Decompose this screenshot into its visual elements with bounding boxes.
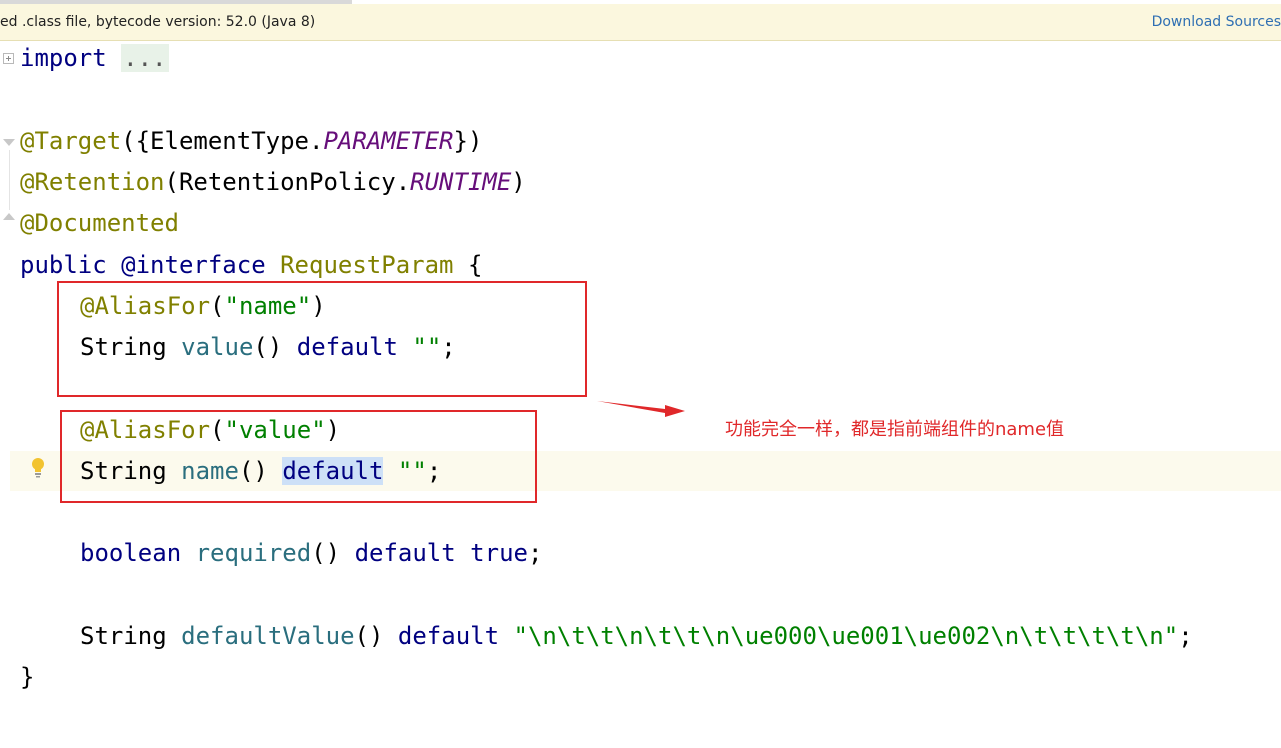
token-annotation: @Documented	[20, 209, 179, 237]
token-keyword: public	[20, 251, 107, 279]
token-text: ;	[527, 539, 543, 567]
token-annotation: @Retention	[20, 168, 165, 196]
token-method: defaultValue	[181, 622, 355, 650]
banner-message: ed .class file, bytecode version: 52.0 (…	[0, 14, 316, 30]
token-text: ;	[1178, 622, 1193, 650]
token-text: (RetentionPolicy.	[164, 168, 411, 196]
token-text: })	[453, 127, 483, 155]
token-field: PARAMETER	[323, 127, 454, 155]
download-sources-link[interactable]: Download Sources	[1152, 14, 1281, 30]
token-string: "\n\t\t\n\t\t\n\ue000\ue001\ue002\n\t\t\…	[513, 622, 1179, 650]
token-text: ()	[354, 622, 384, 650]
code-line-target[interactable]: @Target({ElementType.PARAMETER})	[20, 121, 482, 162]
token-text: }	[20, 663, 35, 691]
token-keyword: default	[354, 539, 456, 567]
code-line-interface-decl[interactable]: public @interface RequestParam {	[20, 245, 482, 286]
token-method: required	[195, 539, 312, 567]
token-text: )	[511, 168, 526, 196]
token-keyword: boolean	[80, 539, 182, 567]
highlight-box-value	[57, 281, 587, 397]
fold-guide-line	[9, 150, 10, 210]
token-annotation: @Target	[20, 127, 122, 155]
highlight-box-name	[60, 410, 537, 503]
token-type: String	[80, 622, 167, 650]
code-line-defaultvalue-method[interactable]: String defaultValue() default "\n\t\t\n\…	[80, 616, 1193, 657]
annotation-arrow-icon	[597, 401, 685, 417]
token-type-name: RequestParam	[280, 251, 454, 279]
decompiled-notice-banner: ed .class file, bytecode version: 52.0 (…	[0, 4, 1281, 41]
code-line-close-brace[interactable]: }	[20, 657, 34, 698]
annotation-callout-text: 功能完全一样，都是指前端组件的name值	[725, 419, 1065, 440]
fold-expand-icon[interactable]	[3, 53, 14, 64]
token-field: RUNTIME	[410, 168, 512, 196]
token-text: {	[467, 251, 483, 279]
lightbulb-icon[interactable]	[30, 457, 46, 479]
code-line-documented[interactable]: @Documented	[20, 203, 179, 244]
code-line-required-method[interactable]: boolean required() default true;	[80, 533, 542, 574]
token-import: import	[20, 44, 107, 72]
code-line-retention[interactable]: @Retention(RetentionPolicy.RUNTIME)	[20, 162, 526, 203]
fold-collapse-icon[interactable]	[3, 139, 15, 146]
token-text: ({ElementType.	[121, 127, 324, 155]
token-keyword: @interface	[121, 251, 266, 279]
fold-end-icon[interactable]	[3, 213, 15, 220]
token-text: ()	[311, 539, 341, 567]
collapsed-imports[interactable]: ...	[121, 44, 169, 72]
token-keyword: true	[470, 539, 528, 567]
code-line-import[interactable]: import ...	[20, 38, 169, 79]
token-keyword: default	[397, 622, 500, 650]
